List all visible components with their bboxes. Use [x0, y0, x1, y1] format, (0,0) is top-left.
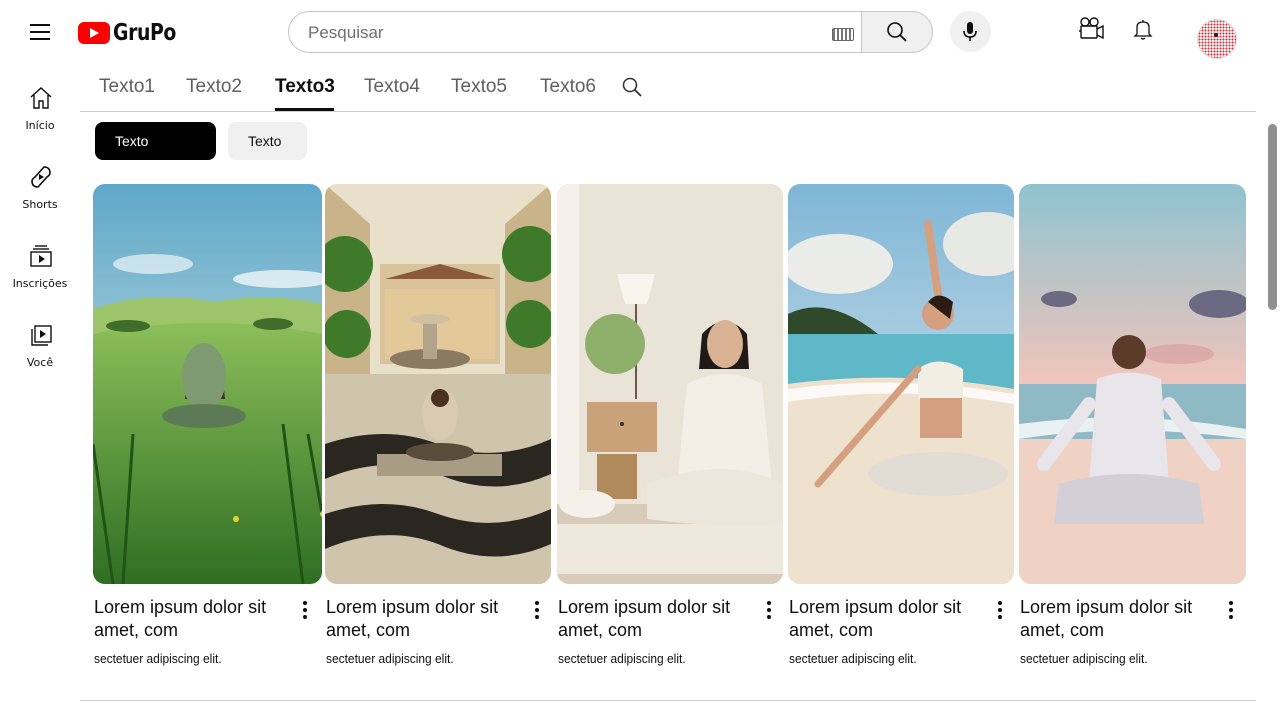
search-bar [288, 11, 933, 53]
create-button[interactable] [1076, 14, 1110, 48]
more-options-button[interactable] [528, 599, 546, 621]
bell-icon [1133, 20, 1153, 40]
thumbnail-meditation-room[interactable] [557, 184, 783, 584]
thumbnail-meditation-field[interactable] [93, 184, 322, 584]
more-options-button[interactable] [991, 599, 1009, 621]
search-input[interactable] [306, 21, 810, 45]
home-icon [30, 87, 52, 109]
card-title[interactable]: Lorem ipsum dolor sit amet, com [789, 596, 984, 642]
tab-bar: Texto1 Texto2 Texto3 Texto4 Texto5 Texto… [80, 66, 1256, 112]
voice-search-button[interactable] [950, 11, 991, 52]
more-options-button[interactable] [760, 599, 778, 621]
menu-icon[interactable] [24, 16, 56, 48]
search-field [288, 11, 861, 53]
play-logo-icon [78, 22, 110, 44]
search-button[interactable] [861, 11, 933, 53]
card-subtitle: sectetuer adipiscing elit. [1020, 651, 1148, 666]
sidebar-item-inicio[interactable]: Início [4, 67, 76, 137]
notifications-button[interactable] [1128, 14, 1162, 48]
create-video-icon [1079, 17, 1104, 40]
card-title[interactable]: Lorem ipsum dolor sit amet, com [558, 596, 753, 642]
tab-texto1[interactable]: Texto1 [99, 76, 155, 98]
thumbnail-meditation-sunset[interactable] [1019, 184, 1246, 584]
tab-texto2[interactable]: Texto2 [186, 76, 242, 98]
thumbnail-meditation-plaza[interactable] [325, 184, 551, 584]
more-options-button[interactable] [296, 599, 314, 621]
card-title[interactable]: Lorem ipsum dolor sit amet, com [1020, 596, 1215, 642]
chip-active[interactable]: Texto [95, 122, 216, 160]
logo[interactable]: GruPo [78, 20, 190, 46]
shorts-icon [31, 166, 51, 188]
top-bar: GruPo [0, 0, 1280, 64]
microphone-icon [963, 22, 977, 41]
card-subtitle: sectetuer adipiscing elit. [789, 651, 917, 666]
scrollbar[interactable] [1268, 124, 1277, 310]
active-tab-indicator [275, 108, 334, 111]
sidebar-item-voce[interactable]: Você [4, 304, 76, 374]
sidebar-item-label: Você [26, 356, 54, 369]
chip[interactable]: Texto [228, 122, 307, 160]
card-subtitle: sectetuer adipiscing elit. [94, 651, 222, 666]
card-subtitle: sectetuer adipiscing elit. [558, 651, 686, 666]
thumbnail-yoga-beach[interactable] [788, 184, 1014, 584]
search-icon [887, 22, 907, 42]
tab-texto3[interactable]: Texto3 [275, 76, 335, 98]
sidebar-item-shorts[interactable]: Shorts [4, 146, 76, 216]
tab-texto6[interactable]: Texto6 [540, 76, 596, 98]
sidebar-item-label: Inscrições [12, 277, 68, 290]
card-title[interactable]: Lorem ipsum dolor sit amet, com [94, 596, 289, 642]
sidebar-item-label: Shorts [22, 198, 58, 211]
tab-texto4[interactable]: Texto4 [364, 76, 420, 98]
more-options-button[interactable] [1222, 599, 1240, 621]
you-icon [31, 325, 52, 346]
logo-text: GruPo [113, 20, 176, 46]
sidebar-item-inscricoes[interactable]: Inscrições [4, 225, 76, 295]
sidebar-item-label: Início [25, 119, 55, 132]
search-icon[interactable] [621, 76, 645, 100]
card-subtitle: sectetuer adipiscing elit. [326, 651, 454, 666]
avatar[interactable] [1197, 19, 1237, 59]
subscriptions-icon [30, 245, 52, 267]
divider [80, 700, 1256, 701]
card-title[interactable]: Lorem ipsum dolor sit amet, com [326, 596, 521, 642]
keyboard-icon[interactable] [832, 28, 854, 41]
tab-texto5[interactable]: Texto5 [451, 76, 507, 98]
